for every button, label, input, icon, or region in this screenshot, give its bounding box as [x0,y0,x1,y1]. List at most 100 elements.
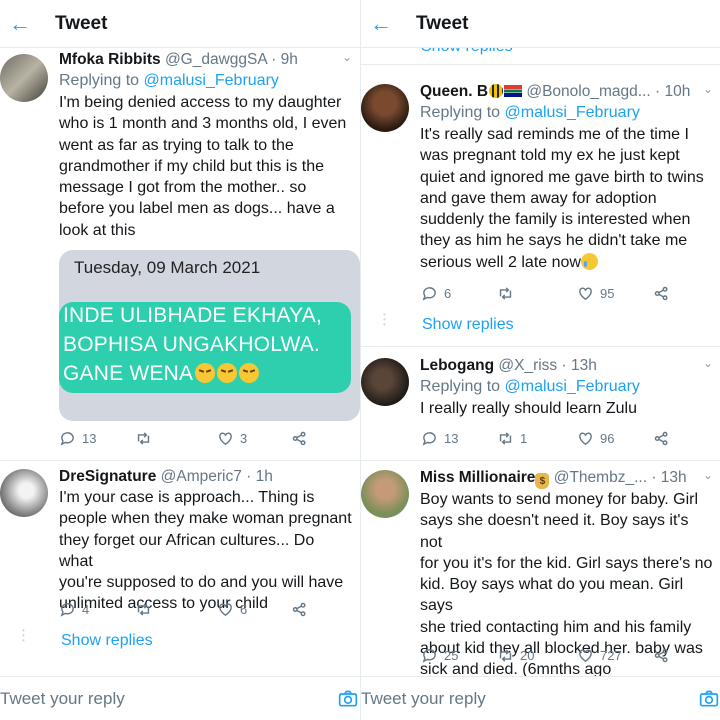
text-line: they forget our African cultures... Do w… [59,531,315,570]
retweet-button[interactable]: 20 [497,647,534,664]
mention-link[interactable]: @malusi_February [144,72,279,89]
avatar[interactable] [361,84,409,132]
retweet-icon [137,603,150,616]
retweet-count: 1 [520,431,528,446]
retweet-button[interactable] [135,601,158,618]
reply-count: 13 [82,431,97,446]
author-handle[interactable]: @Bonolo_magd... [526,83,650,100]
text-line: for you it's for the kid. Girl says ther… [420,554,713,572]
reply-input[interactable]: Tweet your reply [0,689,125,709]
author-handle[interactable]: @X_riss [498,357,557,374]
author-name[interactable]: Mfoka Ribbits [59,51,161,68]
tweet-time: · 13h [651,469,687,486]
tweet-media-image[interactable]: Tuesday, 09 March 2021 INDE ULIBHADE EKH… [59,250,360,421]
back-arrow-icon[interactable]: ← [367,10,395,38]
tweet-text: I'm being denied access to my daughter w… [59,92,352,241]
author-handle[interactable]: @Amperic7 [161,468,242,485]
author-handle[interactable]: @Thembz_... [554,469,647,486]
reply-icon [422,432,436,446]
show-replies-link[interactable]: Show replies [61,632,153,650]
text-line: suddenly the family is interested when [420,211,691,229]
mention-link[interactable]: @malusi_February [505,378,640,395]
camera-icon[interactable] [699,690,719,708]
author-name[interactable]: Lebogang [420,357,494,374]
reply-button[interactable]: 13 [421,430,458,447]
reply-input[interactable]: Tweet your reply [361,689,486,709]
author-handle[interactable]: @G_dawggSA [165,51,267,68]
text-line: It's really sad reminds me of the time I [420,126,689,143]
share-button[interactable] [291,430,308,447]
back-arrow-icon[interactable]: ← [6,10,34,38]
camera-icon[interactable] [338,690,358,708]
avatar[interactable] [361,358,409,406]
retweet-button[interactable] [497,285,520,302]
text-line: says she doesn't need it. Boy says it's … [420,512,689,551]
heart-icon [579,287,592,301]
retweet-icon [499,287,512,300]
text-line: went as far as trying to talk to the [59,136,294,154]
like-button[interactable]: 727 [577,647,622,664]
author-name[interactable]: Queen. B [420,83,488,100]
text-line: I'm being denied access to my daughter [59,94,342,111]
bubble-line: GANE WENA [63,362,194,385]
chevron-down-icon[interactable]: ⌄ [342,50,352,64]
bubble-line: BOPHISA UNGAKHOLWA. [63,333,321,356]
tweet-time: · 10h [654,83,691,100]
bee-emoji-icon [489,84,504,98]
chevron-down-icon[interactable]: ⌄ [703,356,713,370]
share-button[interactable] [653,430,670,447]
reply-bar: Tweet your reply [361,676,720,720]
author-name[interactable]: DreSignature [59,468,156,485]
mention-link[interactable]: @malusi_February [505,104,640,121]
replying-prefix: Replying to [420,378,505,395]
reply-icon [60,603,74,617]
avatar[interactable] [0,469,48,517]
avatar[interactable] [0,54,48,102]
text-line: who is 1 month and 3 months old, I even [59,115,347,133]
heart-icon [219,432,232,446]
text-line: look at this [59,221,136,239]
share-icon [654,286,668,301]
like-button[interactable]: 6 [217,601,247,618]
replying-to: Replying to @malusi_February [420,376,713,398]
retweet-count: 20 [520,648,535,663]
retweet-icon [137,432,150,445]
tweet-text: I'm your case is approach... Thing is pe… [59,487,352,615]
replying-to: Replying to @malusi_February [59,70,352,92]
avatar[interactable] [361,470,409,518]
like-button[interactable]: 3 [217,430,247,447]
reply-button[interactable]: 4 [59,601,89,618]
reply-button[interactable]: 13 [59,430,96,447]
left-panel: Mfoka Ribbits @G_dawggSA · 9h ⌄ Replying… [0,0,360,720]
top-bar: ← Tweet [361,0,720,48]
retweet-button[interactable]: 1 [497,430,527,447]
retweet-button[interactable] [135,430,158,447]
reply-button[interactable]: 25 [421,647,458,664]
tweet-header: Miss Millionaire $ @Thembz_... · 13h [420,468,713,489]
author-name[interactable]: Miss Millionaire [420,469,535,486]
tweet-header: Lebogang @X_riss · 13h [420,356,713,376]
text-line: grandmother if my child but this is the [59,157,325,175]
angry-face-icon [239,363,260,383]
like-button[interactable]: 96 [577,430,614,447]
replying-to: Replying to @malusi_February [420,102,713,124]
like-button[interactable]: 95 [577,285,614,302]
text-line: people when they make woman pregnant [59,510,352,528]
divider [0,460,360,461]
text-line: I really really should learn Zulu [420,400,637,417]
chevron-down-icon[interactable]: ⌄ [703,468,713,482]
show-replies-link[interactable]: Show replies [422,316,514,334]
reply-button[interactable]: 6 [421,285,451,302]
text-line: serious well 2 late now [420,253,581,271]
chevron-down-icon[interactable]: ⌄ [703,82,713,96]
share-button[interactable] [653,647,670,664]
share-button[interactable] [291,601,308,618]
tweet-actions: 6 95 [421,285,691,307]
thread-dots: • • • [22,626,25,645]
tweet-time: · 13h [561,357,597,374]
text-line: they as him he says he didn't take me [420,232,688,250]
text-line: before you label men as dogs... have a [59,200,335,218]
share-button[interactable] [653,285,670,302]
reply-icon [60,432,74,446]
retweet-icon [499,649,512,662]
